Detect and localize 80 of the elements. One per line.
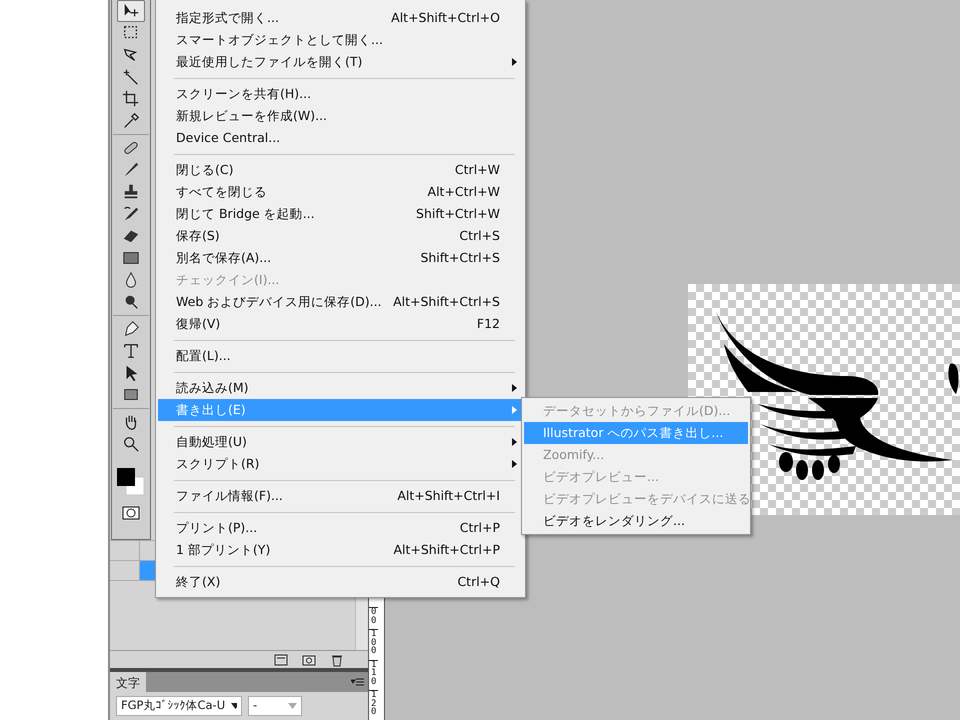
menu-item[interactable]: 閉じる(C) Ctrl+W: [158, 159, 523, 181]
color-swatches-icon[interactable]: [116, 467, 146, 497]
menu-item-label: 指定形式で開く...: [176, 8, 280, 27]
wand-icon: [122, 68, 140, 86]
stamp-icon: [122, 183, 140, 201]
menu-item-label: 終了(X): [176, 572, 222, 591]
gradient-icon: [122, 249, 140, 267]
lasso-icon: [122, 46, 140, 64]
pen-icon: [122, 320, 140, 338]
panel-tab[interactable]: 文字: [110, 672, 146, 692]
menu-item-label: スクリプト(R): [176, 454, 260, 473]
menu-item[interactable]: 保存(S) Ctrl+S: [158, 225, 523, 247]
menu-item[interactable]: 読み込み(M): [158, 377, 523, 399]
brush-icon: [122, 161, 140, 179]
font-family-value: FGP丸ｺﾞｼｯｸ体Ca-U: [121, 697, 226, 714]
font-style-dropdown[interactable]: -: [248, 696, 302, 716]
menu-item[interactable]: ファイル情報(F)... Alt+Shift+Ctrl+I: [158, 485, 523, 507]
new-document-icon[interactable]: [274, 652, 288, 666]
menu-item[interactable]: 最近使用したファイルを開く(T): [158, 51, 523, 73]
menu-item-label: ファイル情報(F)...: [176, 486, 284, 505]
shortcut-label: Ctrl+S: [459, 226, 501, 245]
menu-item[interactable]: 終了(X) Ctrl+Q: [158, 571, 523, 593]
menu-item-label: 1 部プリント(Y): [176, 540, 272, 559]
menu-item[interactable]: スマートオブジェクトとして開く...: [158, 29, 523, 51]
menu-item-label: スクリーンを共有(H)...: [176, 84, 312, 103]
shortcut-label: Alt+Ctrl+W: [428, 182, 501, 201]
menu-item-label: Web およびデバイス用に保存(D)...: [176, 292, 383, 311]
menu-item[interactable]: スクリプト(R): [158, 453, 523, 475]
menu-item[interactable]: プリント(P)... Ctrl+P: [158, 517, 523, 539]
menu-item-label: スマートオブジェクトとして開く...: [176, 30, 384, 49]
menu-item-label: Device Central...: [176, 128, 282, 147]
menu-item[interactable]: 別名で保存(A)... Shift+Ctrl+S: [158, 247, 523, 269]
shortcut-label: Ctrl+W: [454, 160, 501, 179]
menu-item-label: 別名で保存(A)...: [176, 248, 272, 267]
menu-item[interactable]: Web およびデバイス用に保存(D)... Alt+Shift+Ctrl+S: [158, 291, 523, 313]
shortcut-label: Alt+Shift+Ctrl+O: [391, 8, 501, 27]
menu-item-label: プリント(P)...: [176, 518, 258, 537]
shortcut-label: Ctrl+Q: [457, 572, 501, 591]
menu-item-label: 新規レビューを作成(W)...: [176, 106, 328, 125]
menu-item[interactable]: 自動処理(U): [158, 431, 523, 453]
zoom-icon: [122, 435, 140, 453]
shortcut-label: Ctrl+P: [460, 518, 501, 537]
type-icon: [122, 342, 140, 360]
menu-item[interactable]: 1 部プリント(Y) Alt+Shift+Ctrl+P: [158, 539, 523, 561]
caret-icon: [288, 703, 297, 709]
trash-icon[interactable]: [330, 652, 344, 666]
crop-icon: [122, 90, 140, 108]
menu-item[interactable]: 新規レビューを作成(W)...: [158, 105, 523, 127]
shortcut-label: Shift+Ctrl+W: [416, 204, 501, 223]
shortcut-label: Alt+Shift+Ctrl+P: [393, 540, 501, 559]
menu-item[interactable]: 閉じて Bridge を起動... Shift+Ctrl+W: [158, 203, 523, 225]
shortcut-label: Alt+Shift+Ctrl+S: [393, 292, 501, 311]
menu-item-label: 最近使用したファイルを開く(T): [176, 52, 364, 71]
camera-icon[interactable]: [302, 652, 316, 666]
menu-item-label: 読み込み(M): [176, 378, 250, 397]
menu-item-label: 自動処理(U): [176, 432, 248, 451]
tool-button[interactable]: [117, 0, 145, 22]
menu-item-label: 閉じる(C): [176, 160, 234, 179]
menu-item-label: 配置(L)...: [176, 346, 232, 365]
menu-item[interactable]: すべてを閉じる Alt+Ctrl+W: [158, 181, 523, 203]
menu-item-label: 書き出し(E): [176, 400, 247, 419]
shortcut-label: Shift+Ctrl+S: [420, 248, 501, 267]
menu-item[interactable]: 指定形式で開く... Alt+Shift+Ctrl+O: [158, 7, 523, 29]
menu-item-label: 閉じて Bridge を起動...: [176, 204, 316, 223]
menu-item[interactable]: Device Central...: [158, 127, 523, 149]
menu-item-label: 保存(S): [176, 226, 221, 245]
shortcut-label: F12: [476, 314, 501, 333]
menu-item-label: すべてを閉じる: [176, 182, 268, 201]
shortcut-label: Alt+Shift+Ctrl+I: [397, 486, 501, 505]
menu-item[interactable]: 復帰(V) F12: [158, 313, 523, 335]
menu-item-label: 復帰(V): [176, 314, 222, 333]
menu-item[interactable]: 配置(L)...: [158, 345, 523, 367]
eyedropper-icon: [122, 112, 140, 130]
font-style-value: -: [253, 697, 258, 714]
font-family-dropdown[interactable]: FGP丸ｺﾞｼｯｸ体Ca-U: [116, 696, 242, 716]
menu-item[interactable]: スクリーンを共有(H)...: [158, 83, 523, 105]
caret-icon: [231, 703, 237, 709]
history-icon: [122, 205, 140, 223]
menu-item-label: チェックイン(I)...: [176, 270, 280, 289]
submenu-item[interactable]: ビデオをレンダリング...: [524, 510, 748, 532]
